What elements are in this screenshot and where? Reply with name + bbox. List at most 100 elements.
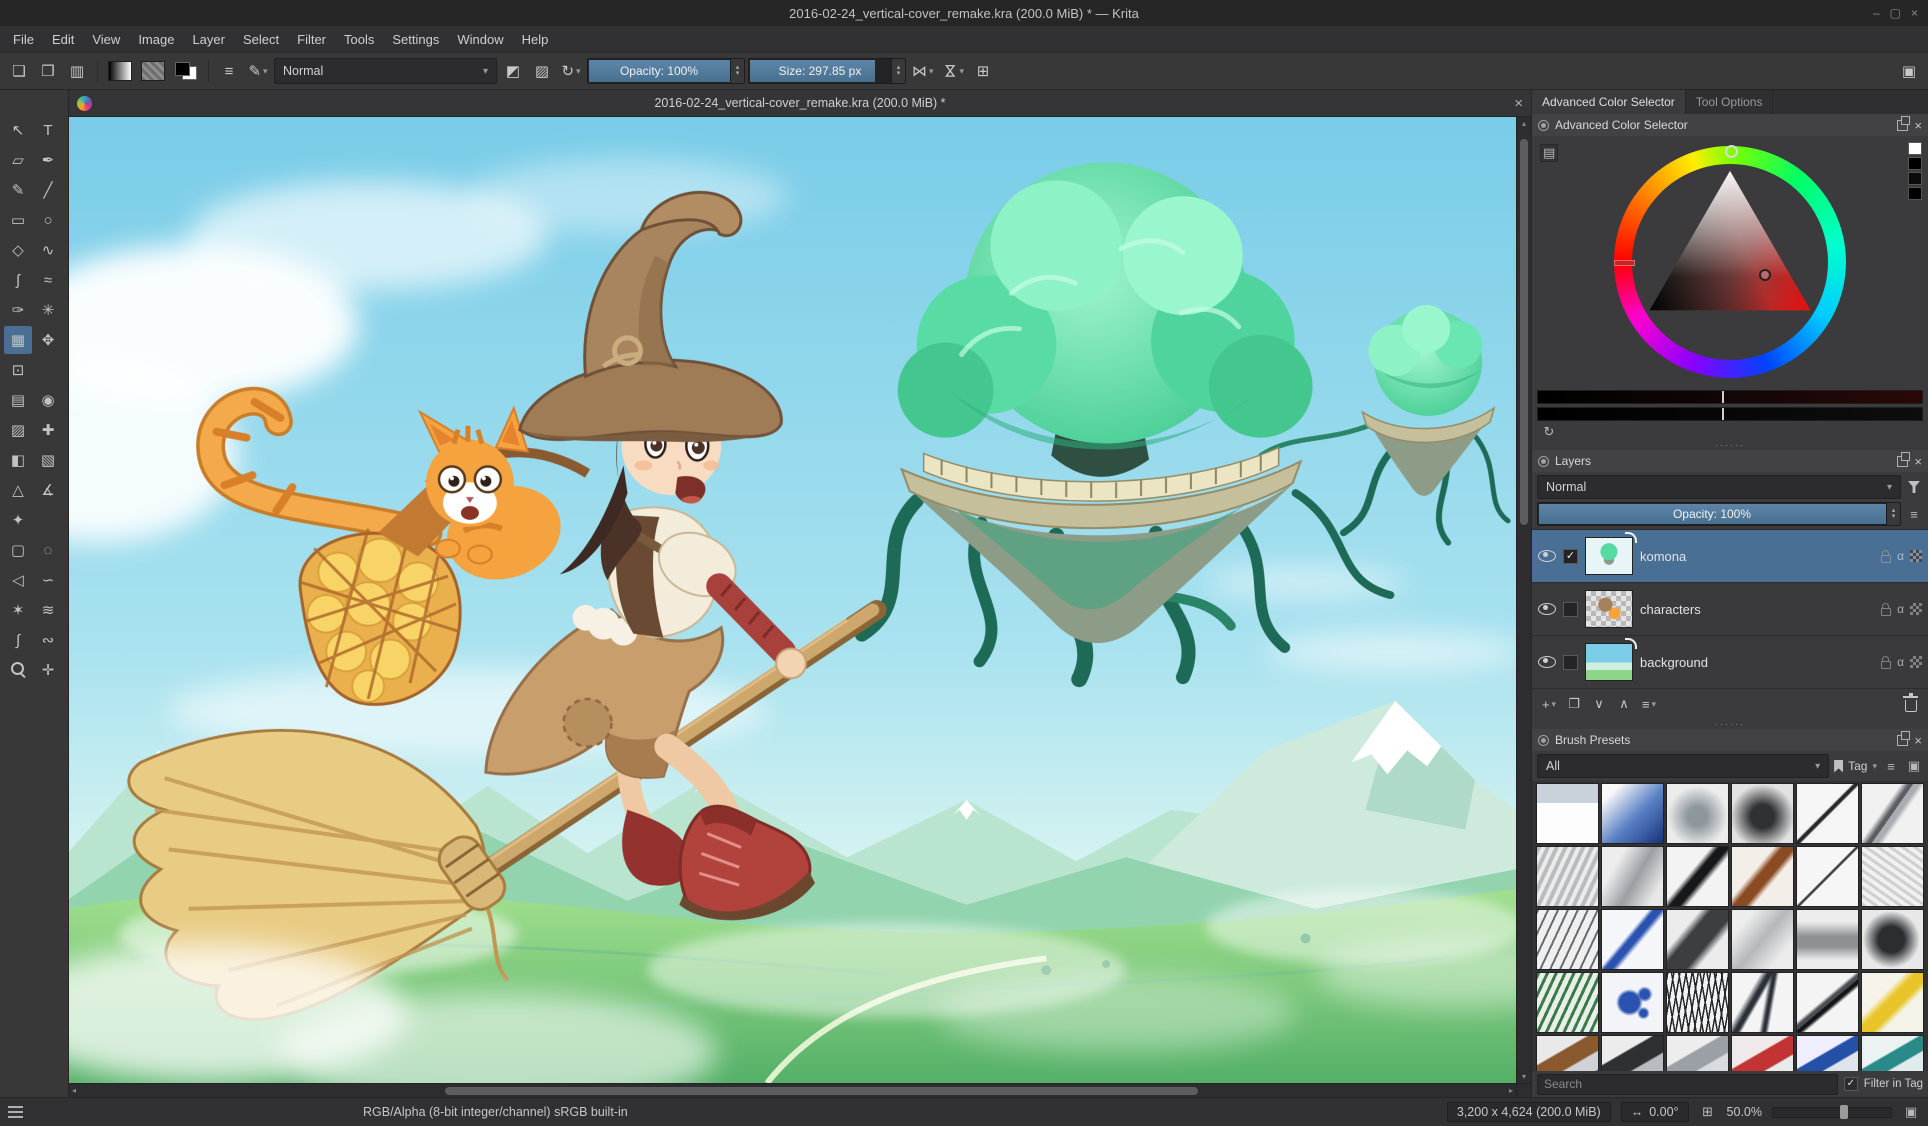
mirror-vertical-button[interactable]: ⋈▾ bbox=[940, 58, 968, 84]
tool-select-freehand[interactable]: ∽ bbox=[34, 566, 62, 594]
brush-preset-charcoal[interactable] bbox=[1666, 909, 1729, 970]
menu-help[interactable]: Help bbox=[513, 29, 558, 50]
preset-search-input[interactable] bbox=[1537, 1074, 1838, 1095]
document-tab-label[interactable]: 2016-02-24_vertical-cover_remake.kra (20… bbox=[69, 96, 1531, 110]
layer-row-characters[interactable]: characters α bbox=[1532, 583, 1928, 636]
wrap-around-button[interactable]: ⊞ bbox=[970, 58, 996, 84]
tool-multibrush[interactable]: ✳ bbox=[34, 296, 62, 324]
brush-preset-brush-brown[interactable] bbox=[1536, 1035, 1599, 1071]
layer-lock-icon[interactable] bbox=[1881, 608, 1891, 616]
layer-lock-icon[interactable] bbox=[1881, 661, 1891, 669]
layer-visibility-icon[interactable] bbox=[1538, 603, 1556, 615]
tool-select-shapes[interactable]: ↖ bbox=[4, 116, 32, 144]
move-layer-up-button[interactable]: ∧ bbox=[1613, 693, 1635, 715]
tool-assistants[interactable]: △ bbox=[4, 476, 32, 504]
hue-marker[interactable] bbox=[1614, 260, 1635, 266]
tag-icon[interactable] bbox=[1834, 760, 1843, 773]
menu-select[interactable]: Select bbox=[234, 29, 288, 50]
new-document-button[interactable]: ❏ bbox=[6, 58, 32, 84]
close-button[interactable]: × bbox=[1911, 6, 1918, 20]
close-docker-icon[interactable]: × bbox=[1914, 455, 1922, 468]
color-history-swatch[interactable] bbox=[1908, 157, 1922, 170]
layer-filter-button[interactable] bbox=[1905, 478, 1923, 496]
menu-settings[interactable]: Settings bbox=[383, 29, 448, 50]
tool-rectangle[interactable]: ▭ bbox=[4, 206, 32, 234]
scroll-up-icon[interactable]: ▴ bbox=[1522, 119, 1526, 128]
brush-preset-texture-gray[interactable] bbox=[1861, 846, 1924, 907]
tool-gradient[interactable]: ▤ bbox=[4, 386, 32, 414]
tool-colorize[interactable]: ▧ bbox=[34, 446, 62, 474]
tool-spacer-2[interactable] bbox=[34, 506, 62, 534]
canvas-rotation[interactable]: ↔ 0.00° bbox=[1621, 1102, 1689, 1122]
brush-preset-ink-black[interactable] bbox=[1666, 846, 1729, 907]
brush-preset-pen-ball[interactable] bbox=[1796, 1035, 1859, 1071]
duplicate-layer-button[interactable]: ❐ bbox=[1563, 693, 1585, 715]
layer-checkbox[interactable] bbox=[1563, 549, 1578, 564]
shade-reset-icon[interactable]: ↻ bbox=[1538, 423, 1560, 441]
tool-select-contiguous[interactable]: ✶ bbox=[4, 596, 32, 624]
brush-preset-nib-pen[interactable] bbox=[1796, 972, 1859, 1033]
brush-preset-chalk-green[interactable] bbox=[1536, 972, 1599, 1033]
layer-properties-button[interactable]: ≡▾ bbox=[1638, 693, 1660, 715]
brush-preset-soft-gray[interactable] bbox=[1601, 846, 1664, 907]
brush-preset-line-thin[interactable] bbox=[1796, 846, 1859, 907]
tool-fill[interactable]: ◧ bbox=[4, 446, 32, 474]
zoom-slider[interactable] bbox=[1772, 1107, 1892, 1118]
brush-preset-marker-red[interactable] bbox=[1731, 1035, 1794, 1071]
tool-select-similar[interactable]: ≋ bbox=[34, 596, 62, 624]
float-docker-icon[interactable] bbox=[1897, 735, 1908, 746]
tool-select-bezier[interactable]: ∫ bbox=[4, 626, 32, 654]
eraser-toggle-button[interactable]: ◩ bbox=[500, 58, 526, 84]
color-wheel[interactable] bbox=[1610, 142, 1850, 382]
delete-layer-button[interactable] bbox=[1900, 693, 1922, 715]
tool-color-sampler[interactable]: ◉ bbox=[34, 386, 62, 414]
tab-advanced-color-selector[interactable]: Advanced Color Selector bbox=[1532, 90, 1686, 114]
tool-text[interactable]: T bbox=[34, 116, 62, 144]
tool-zoom[interactable] bbox=[4, 656, 32, 684]
menu-tools[interactable]: Tools bbox=[335, 29, 383, 50]
shade-strip-2[interactable] bbox=[1537, 407, 1923, 421]
opacity-slider[interactable]: Opacity: 100% ▴▾ bbox=[587, 58, 745, 84]
tool-spacer-1[interactable] bbox=[34, 356, 62, 384]
layer-alpha-icon[interactable]: α bbox=[1897, 549, 1904, 563]
canvas-artwork[interactable] bbox=[69, 117, 1516, 1083]
minimize-button[interactable]: – bbox=[1873, 6, 1880, 20]
layer-opacity-spinner[interactable]: ▴▾ bbox=[1886, 503, 1900, 525]
reload-preset-button[interactable]: ↻▾ bbox=[558, 58, 584, 84]
tab-tool-options[interactable]: Tool Options bbox=[1686, 90, 1774, 114]
brush-preset-brush-gray[interactable] bbox=[1666, 1035, 1729, 1071]
brush-preset-marker-gray[interactable] bbox=[1796, 909, 1859, 970]
menu-edit[interactable]: Edit bbox=[43, 29, 83, 50]
tool-transform[interactable]: ▦ bbox=[4, 326, 32, 354]
tool-select-ellipse[interactable]: ◌ bbox=[34, 536, 62, 564]
brush-preset-marker-yellow[interactable] bbox=[1861, 972, 1924, 1033]
layer-inherit-alpha-icon[interactable] bbox=[1910, 603, 1922, 615]
maximize-button[interactable]: ▢ bbox=[1890, 6, 1901, 20]
tool-dynamic-brush[interactable]: ✑ bbox=[4, 296, 32, 324]
tool-crop[interactable]: ⊡ bbox=[4, 356, 32, 384]
mirror-horizontal-button[interactable]: ⋈▾ bbox=[909, 58, 937, 84]
layer-row-background[interactable]: background α bbox=[1532, 636, 1928, 689]
color-selector-settings-button[interactable]: ▤ bbox=[1540, 144, 1558, 162]
preset-filter-select[interactable]: All ▾ bbox=[1537, 754, 1829, 778]
layers-menu-button[interactable]: ≡ bbox=[1905, 505, 1923, 523]
size-spinner[interactable]: ▴▾ bbox=[891, 59, 905, 83]
size-slider[interactable]: Size: 297.85 px ▴▾ bbox=[748, 58, 906, 84]
color-history-swatch[interactable] bbox=[1908, 187, 1922, 200]
tool-calligraphy[interactable]: ✒ bbox=[34, 146, 62, 174]
menu-view[interactable]: View bbox=[83, 29, 129, 50]
layer-visibility-icon[interactable] bbox=[1538, 550, 1556, 562]
tool-select-rect[interactable]: ▢ bbox=[4, 536, 32, 564]
color-history-swatch[interactable] bbox=[1908, 142, 1922, 155]
layer-alpha-icon[interactable]: α bbox=[1897, 602, 1904, 616]
blend-mode-select[interactable]: Normal ▾ bbox=[274, 58, 497, 84]
tool-edit-shapes[interactable]: ▱ bbox=[4, 146, 32, 174]
brush-preset-wash-gray[interactable] bbox=[1731, 909, 1794, 970]
scroll-left-icon[interactable]: ◂ bbox=[72, 1086, 76, 1095]
vertical-scrollbar[interactable]: ▴ ▾ bbox=[1516, 117, 1531, 1083]
tool-select-polygon[interactable]: ◁ bbox=[4, 566, 32, 594]
save-button[interactable]: ▥ bbox=[64, 58, 90, 84]
tool-line[interactable]: ╱ bbox=[34, 176, 62, 204]
layer-blend-mode-select[interactable]: Normal ▾ bbox=[1537, 475, 1901, 499]
brush-preset-script-ink[interactable] bbox=[1731, 972, 1794, 1033]
